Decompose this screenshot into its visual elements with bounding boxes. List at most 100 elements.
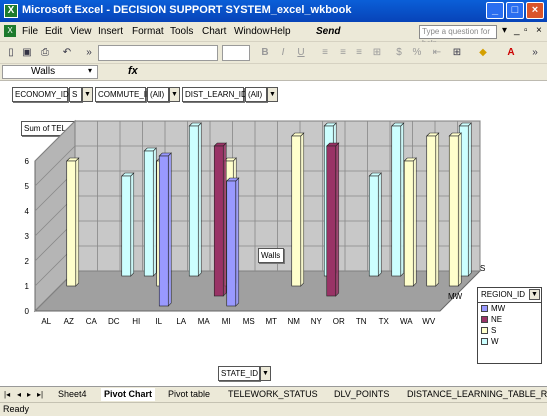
formula-bar: Walls ▾ fx — [0, 64, 547, 81]
italic-icon[interactable]: I — [276, 46, 290, 60]
toolbar-options-icon[interactable]: » — [528, 46, 542, 60]
tab-distance-learning[interactable]: DISTANCE_LEARNING_TABLE_RA — [407, 388, 547, 401]
legend-swatch — [481, 338, 488, 345]
legend-item-mw[interactable]: MW — [478, 303, 541, 314]
bar — [391, 125, 402, 277]
bar — [226, 180, 237, 307]
align-right-icon[interactable]: ≡ — [352, 46, 366, 60]
x-tick-label: LA — [176, 317, 186, 326]
next-sheet-icon[interactable]: ▸ — [27, 388, 31, 401]
x-tick-label: MS — [243, 317, 255, 326]
legend[interactable]: REGION_ID ▼ MW NE S W — [477, 287, 542, 364]
bar-side — [400, 122, 405, 277]
font-icon[interactable]: » — [82, 46, 96, 60]
font-name-combo[interactable] — [98, 45, 218, 61]
workbook-close-icon[interactable]: × — [536, 25, 542, 36]
sheet-tabs: |◂ ◂ ▸ ▸| Sheet4 Pivot Chart Pivot table… — [0, 386, 547, 402]
font-color-icon[interactable]: A — [504, 46, 518, 60]
bar — [188, 125, 199, 277]
standard-toolbar: ▯ ▣ ⎙ ↶ » B I U ≡ ≡ ≡ ⊞ $ % ⇤ ⊞ ◆ A » — [0, 42, 547, 64]
menu-tools[interactable]: Tools — [170, 26, 193, 37]
bar-side — [167, 152, 172, 307]
menu-send[interactable]: Send — [316, 26, 340, 37]
legend-title[interactable]: REGION_ID ▼ — [478, 288, 541, 303]
menu-window[interactable]: Window — [234, 26, 270, 37]
menu-help[interactable]: Help — [270, 26, 291, 37]
legend-item-w[interactable]: W — [478, 336, 541, 347]
percent-icon[interactable]: % — [410, 46, 424, 60]
depth-label: MW — [448, 292, 463, 301]
name-box[interactable]: Walls — [2, 65, 98, 79]
menu-view[interactable]: View — [70, 26, 92, 37]
x-tick-label: OR — [333, 317, 345, 326]
help-search-input[interactable]: Type a question for help — [419, 25, 497, 48]
currency-icon[interactable]: $ — [392, 46, 406, 60]
menu-format[interactable]: Format — [132, 26, 164, 37]
menu-chart[interactable]: Chart — [202, 26, 226, 37]
legend-item-ne[interactable]: NE — [478, 314, 541, 325]
last-sheet-icon[interactable]: ▸| — [37, 388, 43, 401]
chart-plot[interactable]: 0 1 2 3 4 5 6 AL AZ CA DC HI IL LA MA MI MS MT NM NY OR TN TX W… — [0, 81, 547, 386]
menu-file[interactable]: File — [22, 26, 38, 37]
x-tick-label: HI — [132, 317, 140, 326]
legend-label: S — [491, 326, 497, 335]
y-tick-label: 6 — [25, 157, 30, 166]
menu-insert[interactable]: Insert — [98, 26, 123, 37]
workbook-minimize-icon[interactable]: _ — [514, 25, 520, 36]
tab-telework-status[interactable]: TELEWORK_STATUS — [228, 388, 318, 401]
bold-icon[interactable]: B — [258, 46, 272, 60]
x-tick-label: WA — [400, 317, 413, 326]
indent-icon[interactable]: ⇤ — [430, 46, 444, 60]
fx-icon[interactable]: fx — [128, 65, 138, 77]
save-icon[interactable]: ▣ — [20, 46, 34, 60]
x-tick-label: IL — [155, 317, 162, 326]
minimize-button[interactable]: _ — [486, 2, 504, 19]
close-button[interactable]: × — [526, 2, 544, 19]
borders-icon[interactable]: ⊞ — [450, 46, 464, 60]
underline-icon[interactable]: U — [294, 46, 308, 60]
legend-swatch — [481, 316, 488, 323]
legend-item-s[interactable]: S — [478, 325, 541, 336]
legend-label: NE — [491, 315, 503, 324]
bar-side — [300, 132, 305, 287]
y-tick-label: 5 — [25, 182, 30, 191]
legend-swatch — [481, 305, 488, 312]
chevron-down-icon[interactable]: ▼ — [260, 366, 271, 381]
category-field[interactable]: STATE_ID — [218, 366, 260, 381]
menu-edit[interactable]: Edit — [45, 26, 62, 37]
walls-tooltip: Walls — [258, 248, 284, 263]
legend-swatch — [481, 327, 488, 334]
align-left-icon[interactable]: ≡ — [318, 46, 332, 60]
bar-side — [152, 147, 157, 277]
tab-sheet4[interactable]: Sheet4 — [58, 388, 87, 401]
first-sheet-icon[interactable]: |◂ — [4, 388, 10, 401]
excel-icon[interactable]: X — [4, 4, 18, 18]
chart-area[interactable]: ECONOMY_ID S ▼ COMMUTE_ID (All) ▼ DIST_L… — [0, 81, 547, 386]
x-tick-label: DC — [108, 317, 120, 326]
tab-dlv-points[interactable]: DLV_POINTS — [334, 388, 389, 401]
chevron-down-icon[interactable]: ▾ — [502, 25, 507, 36]
legend-title-text: REGION_ID — [481, 290, 526, 299]
undo-icon[interactable]: ↶ — [60, 46, 74, 60]
menu-bar: X File Edit View Insert Format Tools Cha… — [0, 22, 547, 48]
bar — [403, 160, 414, 287]
workbook-icon[interactable]: X — [4, 25, 16, 37]
prev-sheet-icon[interactable]: ◂ — [17, 388, 21, 401]
x-tick-label: NM — [288, 317, 301, 326]
new-icon[interactable]: ▯ — [4, 46, 18, 60]
x-tick-label: TX — [379, 317, 390, 326]
y-tick-label: 2 — [25, 257, 30, 266]
workbook-restore-icon[interactable]: ▫ — [524, 25, 528, 36]
font-size-combo[interactable] — [222, 45, 250, 61]
chevron-down-icon[interactable]: ▼ — [529, 289, 540, 300]
print-preview-icon[interactable]: ⎙ — [38, 46, 52, 60]
tab-pivot-chart[interactable]: Pivot Chart — [101, 388, 156, 401]
fill-color-icon[interactable]: ◆ — [476, 46, 490, 60]
legend-label: W — [491, 337, 499, 346]
center-icon[interactable]: ≡ — [336, 46, 350, 60]
tab-pivot-table[interactable]: Pivot table — [168, 388, 210, 401]
bar-side — [377, 172, 382, 277]
maximize-button[interactable]: □ — [506, 2, 524, 19]
merge-icon[interactable]: ⊞ — [370, 46, 384, 60]
name-box-dropdown-icon[interactable]: ▾ — [88, 66, 92, 75]
